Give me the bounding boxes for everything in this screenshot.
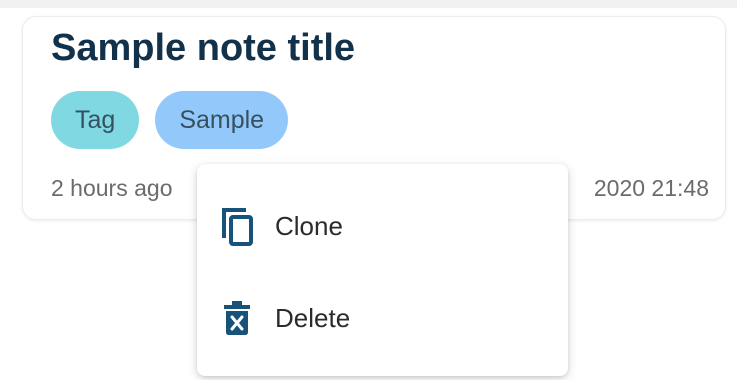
note-relative-time: 2 hours ago <box>51 175 173 201</box>
trash-icon <box>217 296 257 340</box>
context-menu: Clone Delete <box>197 164 568 376</box>
clone-label: Clone <box>275 210 343 241</box>
tag-chip[interactable]: Sample <box>155 91 289 149</box>
delete-menu-item[interactable]: Delete <box>197 272 568 364</box>
top-bar-shadow <box>0 0 737 8</box>
clone-menu-item[interactable]: Clone <box>197 180 568 272</box>
tag-list: Tag Sample <box>51 91 289 149</box>
tag-chip[interactable]: Tag <box>51 91 140 149</box>
note-timestamp: 2020 21:48 <box>593 175 709 201</box>
note-title: Sample note title <box>51 27 356 69</box>
delete-label: Delete <box>275 302 351 333</box>
copy-icon <box>217 204 257 248</box>
